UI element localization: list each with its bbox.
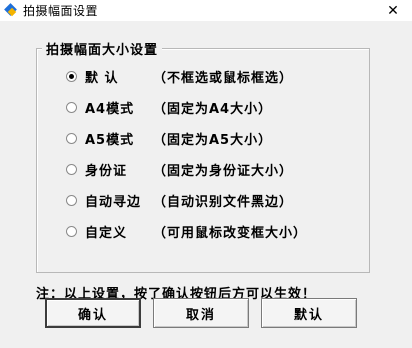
option-id-card[interactable]: 身份证 （固定为身份证大小） xyxy=(66,159,293,179)
app-logo-icon xyxy=(4,2,18,18)
dialog-window: 拍摄幅面设置 ✕ 拍摄幅面大小设置 默 认 （不框选或鼠标框选） A4模式 （固… xyxy=(0,0,412,348)
close-icon: ✕ xyxy=(387,2,399,19)
radio-button[interactable] xyxy=(66,194,77,206)
radio-button[interactable] xyxy=(66,132,77,144)
radio-button[interactable] xyxy=(66,101,77,113)
option-default[interactable]: 默 认 （不框选或鼠标框选） xyxy=(66,66,293,86)
option-description: （固定为A4大小） xyxy=(153,101,273,117)
title-bar[interactable]: 拍摄幅面设置 ✕ xyxy=(0,0,412,21)
option-label: A5模式 xyxy=(85,132,135,148)
option-description: （可用鼠标改变框大小） xyxy=(153,225,308,241)
option-label: 身份证 xyxy=(85,163,128,179)
option-a5[interactable]: A5模式 （固定为A5大小） xyxy=(66,128,272,148)
radio-button[interactable] xyxy=(66,163,77,175)
option-label: A4模式 xyxy=(85,101,135,117)
groupbox-title: 拍摄幅面大小设置 xyxy=(42,39,163,58)
option-a4[interactable]: A4模式 （固定为A4大小） xyxy=(66,97,272,117)
radio-button-checked[interactable] xyxy=(66,70,77,82)
option-description: （固定为身份证大小） xyxy=(153,163,294,179)
radio-button[interactable] xyxy=(66,225,77,237)
option-label: 自动寻边 xyxy=(85,194,142,210)
option-label: 自定义 xyxy=(85,225,128,241)
option-description: （固定为A5大小） xyxy=(153,132,273,148)
close-button[interactable]: ✕ xyxy=(378,1,408,20)
confirm-button[interactable]: 确认 xyxy=(45,298,141,328)
option-custom[interactable]: 自定义 （可用鼠标改变框大小） xyxy=(66,221,307,241)
option-auto-edge[interactable]: 自动寻边 （自动识别文件黑边） xyxy=(66,190,293,210)
cancel-button[interactable]: 取消 xyxy=(153,298,249,328)
window-title: 拍摄幅面设置 xyxy=(23,4,99,18)
option-description: （自动识别文件黑边） xyxy=(153,194,294,210)
option-label: 默 认 xyxy=(85,70,119,86)
reset-default-button[interactable]: 默认 xyxy=(261,298,357,328)
option-description: （不框选或鼠标框选） xyxy=(153,70,294,86)
